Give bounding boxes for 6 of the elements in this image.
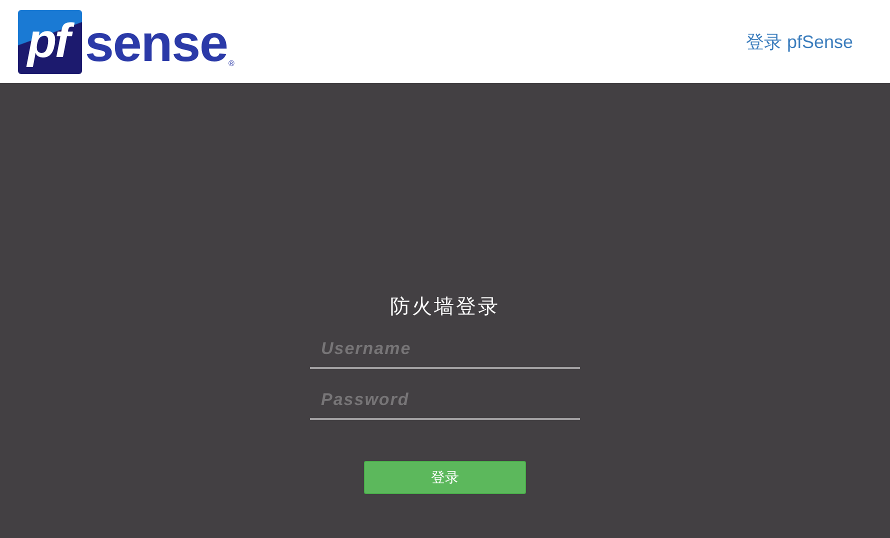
logo-text: sense [85,18,228,74]
registered-mark: ® [228,58,234,70]
logo-mark: pf [18,10,82,74]
login-button[interactable]: 登录 [364,461,526,494]
form-heading: 防火墙登录 [390,293,500,319]
page-title: 登录 pfSense [746,30,853,54]
